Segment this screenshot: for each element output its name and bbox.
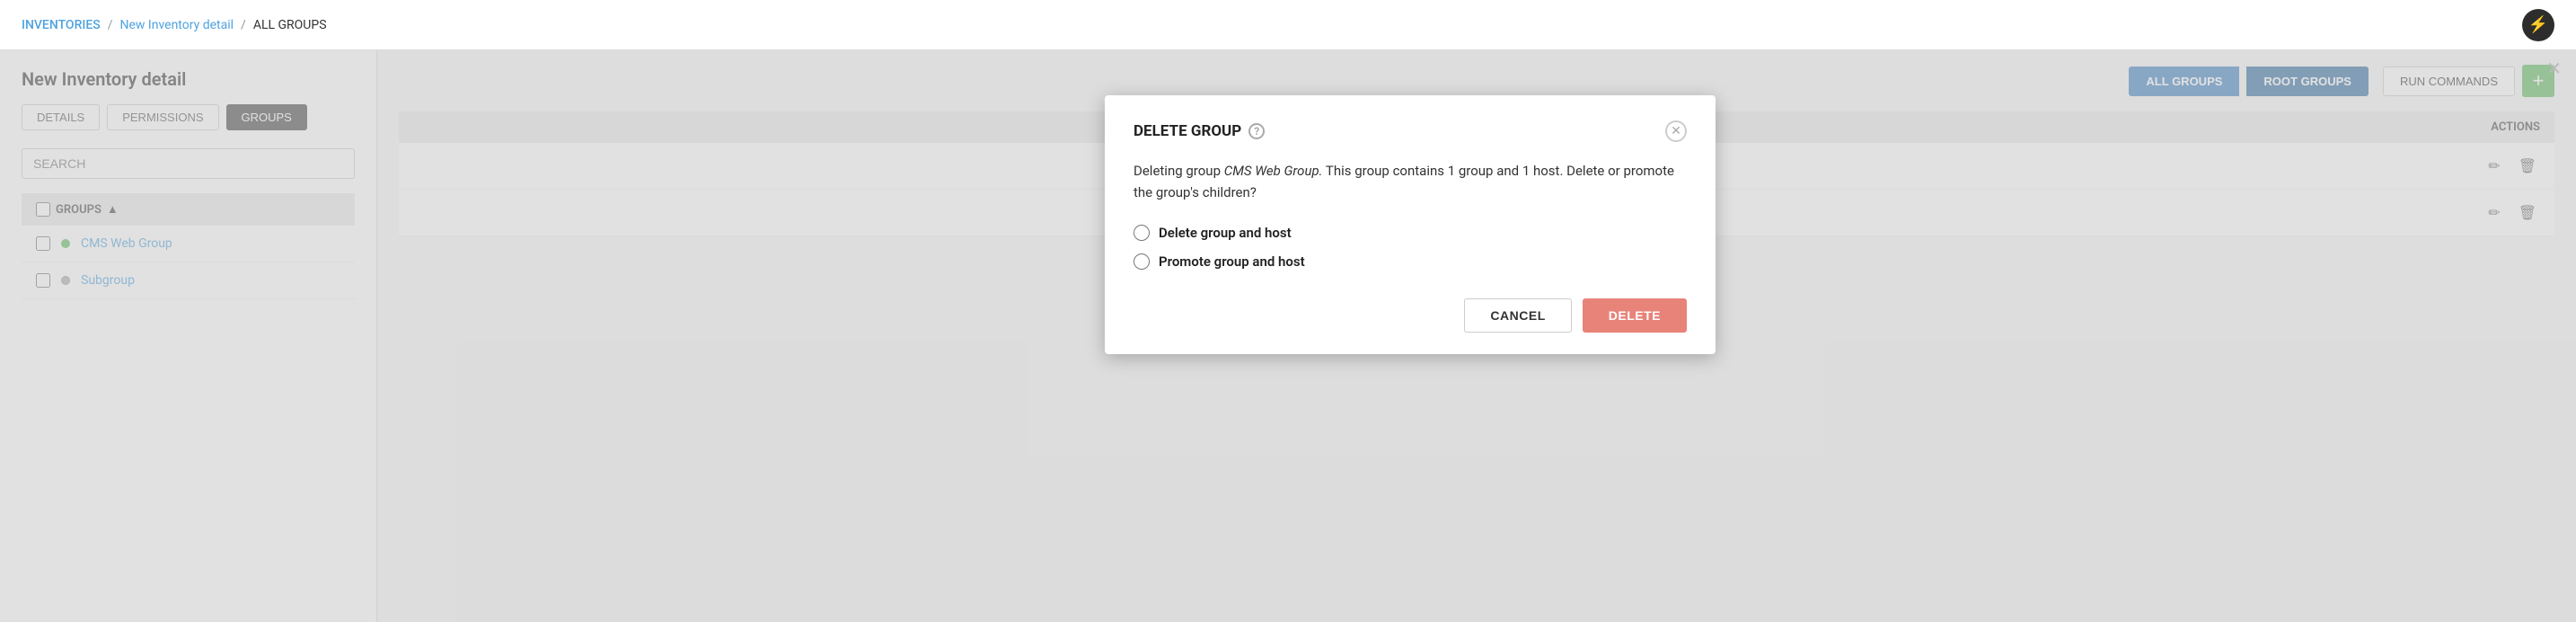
radio-delete-label: Delete group and host (1159, 225, 1292, 241)
breadcrumb-sep-2: / (241, 18, 246, 32)
radio-promote-label: Promote group and host (1159, 253, 1305, 270)
radio-delete-input[interactable] (1134, 225, 1150, 241)
modal-title-text: DELETE GROUP (1134, 122, 1241, 140)
help-icon-symbol: ? (1254, 125, 1259, 138)
radio-group: Delete group and host Promote group and … (1134, 225, 1687, 270)
delete-group-modal: DELETE GROUP ? ✕ Deleting group CMS Web … (1105, 95, 1716, 354)
modal-close-button[interactable]: ✕ (1665, 120, 1687, 142)
radio-promote-input[interactable] (1134, 253, 1150, 270)
modal-header: DELETE GROUP ? ✕ (1134, 120, 1687, 142)
modal-body-italic: CMS Web Group. (1224, 163, 1323, 179)
radio-promote-option[interactable]: Promote group and host (1134, 253, 1687, 270)
top-nav: INVENTORIES / New Inventory detail / ALL… (0, 0, 2576, 50)
breadcrumb: INVENTORIES / New Inventory detail / ALL… (22, 18, 327, 32)
breadcrumb-new-inventory[interactable]: New Inventory detail (120, 18, 234, 32)
breadcrumb-sep-1: / (108, 18, 113, 32)
nav-logo[interactable]: ⚡ (2522, 9, 2554, 41)
modal-actions: CANCEL DELETE (1134, 298, 1687, 333)
close-icon: ✕ (1671, 124, 1681, 138)
delete-button[interactable]: DELETE (1583, 298, 1687, 333)
cancel-button[interactable]: CANCEL (1464, 298, 1571, 333)
modal-body: Deleting group CMS Web Group. This group… (1134, 160, 1687, 203)
help-icon[interactable]: ? (1248, 123, 1265, 139)
modal-title: DELETE GROUP ? (1134, 122, 1265, 140)
breadcrumb-all-groups: ALL GROUPS (253, 18, 327, 32)
breadcrumb-inventories[interactable]: INVENTORIES (22, 18, 101, 32)
radio-delete-option[interactable]: Delete group and host (1134, 225, 1687, 241)
modal-body-text-1: Deleting group (1134, 163, 1224, 179)
nav-logo-symbol: ⚡ (2528, 15, 2548, 34)
main-content: New Inventory detail DETAILS PERMISSIONS… (0, 50, 2576, 622)
